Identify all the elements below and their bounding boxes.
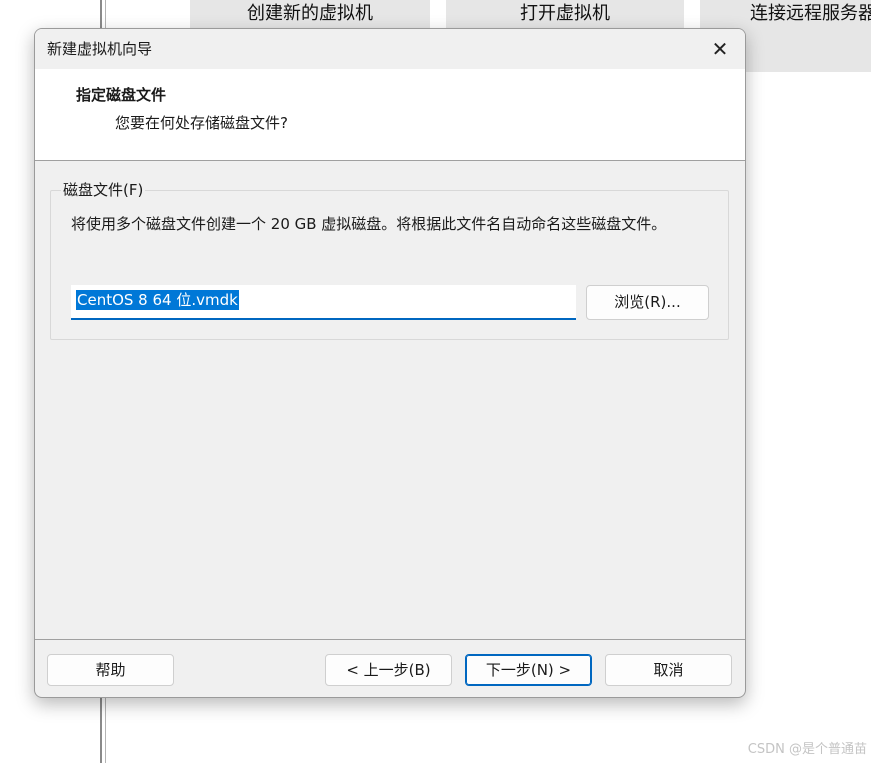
close-icon[interactable]: ✕ bbox=[705, 34, 735, 64]
cancel-button[interactable]: 取消 bbox=[605, 654, 732, 686]
disk-file-group-legend: 磁盘文件(F) bbox=[61, 179, 146, 200]
open-vm-home-button[interactable]: 打开虚拟机 bbox=[446, 0, 684, 30]
next-button[interactable]: 下一步(N) > bbox=[465, 654, 592, 686]
dialog-title: 新建虚拟机向导 bbox=[47, 40, 153, 58]
disk-file-name-selected-text: CentOS 8 64 位.vmdk bbox=[76, 290, 239, 310]
watermark: CSDN @是个普通苗 bbox=[747, 742, 867, 757]
page-title: 指定磁盘文件 bbox=[76, 86, 167, 104]
help-button[interactable]: 帮助 bbox=[47, 654, 174, 686]
dialog-titlebar[interactable]: 新建虚拟机向导 bbox=[35, 29, 745, 69]
create-vm-home-button[interactable]: 创建新的虚拟机 bbox=[190, 0, 430, 30]
footer-divider bbox=[35, 639, 745, 640]
page-subtitle: 您要在何处存储磁盘文件? bbox=[115, 114, 288, 132]
wizard-header: 指定磁盘文件 您要在何处存储磁盘文件? bbox=[35, 69, 745, 161]
disk-file-group: 磁盘文件(F) 将使用多个磁盘文件创建一个 20 GB 虚拟磁盘。将根据此文件名… bbox=[50, 179, 729, 340]
browse-button[interactable]: 浏览(R)... bbox=[586, 285, 709, 320]
back-button[interactable]: < 上一步(B) bbox=[325, 654, 452, 686]
disk-file-name-input[interactable]: CentOS 8 64 位.vmdk bbox=[71, 285, 576, 320]
new-vm-wizard-dialog: 新建虚拟机向导 ✕ 指定磁盘文件 您要在何处存储磁盘文件? 磁盘文件(F) 将使… bbox=[34, 28, 746, 698]
disk-file-description: 将使用多个磁盘文件创建一个 20 GB 虚拟磁盘。将根据此文件名自动命名这些磁盘… bbox=[71, 215, 667, 233]
